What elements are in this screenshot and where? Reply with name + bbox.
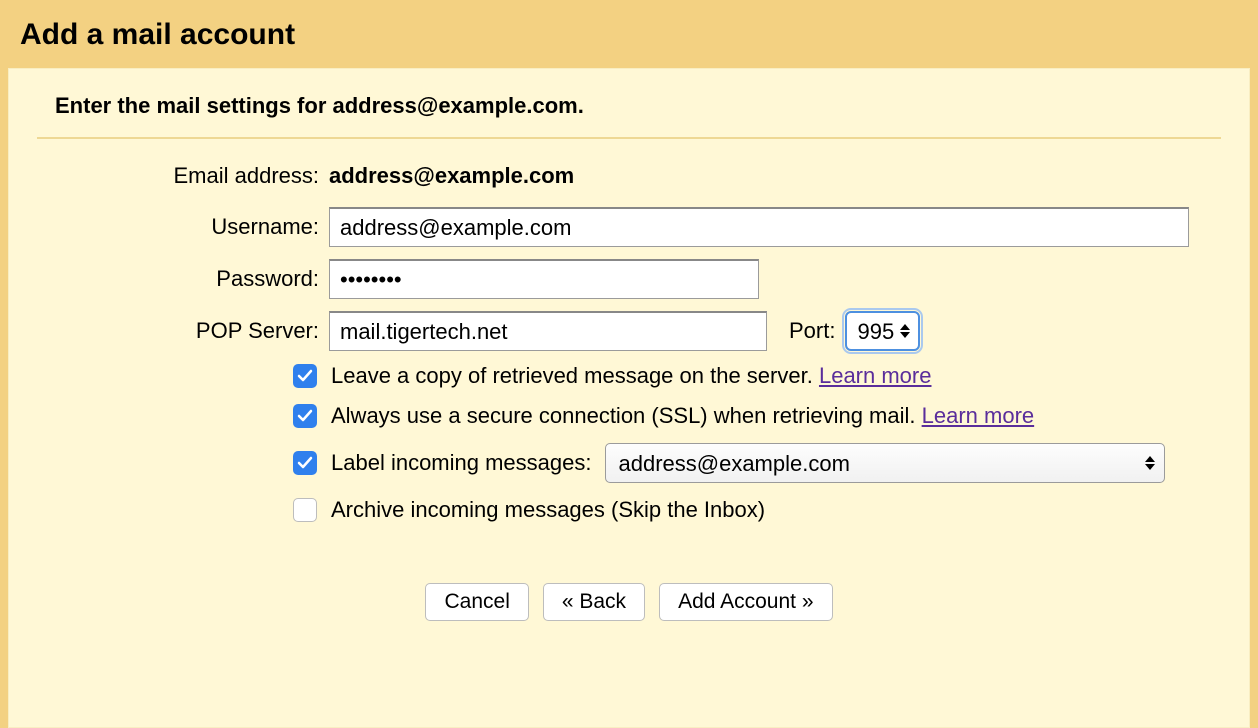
ssl-checkbox[interactable] (293, 404, 317, 428)
button-row: Cancel « Back Add Account » (37, 583, 1221, 621)
label-incoming-checkbox[interactable] (293, 451, 317, 475)
port-label: Port: (789, 318, 835, 344)
row-archive: Archive incoming messages (Skip the Inbo… (37, 497, 1221, 523)
row-email: Email address: address@example.com (37, 157, 1221, 195)
divider (37, 137, 1221, 139)
dialog-body: Enter the mail settings for address@exam… (8, 68, 1250, 728)
email-value: address@example.com (329, 163, 1221, 189)
row-ssl: Always use a secure connection (SSL) whe… (37, 403, 1221, 429)
row-leave-copy: Leave a copy of retrieved message on the… (37, 363, 1221, 389)
leave-copy-checkbox[interactable] (293, 364, 317, 388)
row-password: Password: (37, 259, 1221, 299)
username-label: Username: (37, 214, 329, 240)
label-incoming-label: Label incoming messages: (331, 450, 591, 476)
back-button[interactable]: « Back (543, 583, 645, 621)
check-icon (297, 368, 313, 384)
ssl-learn-more-link[interactable]: Learn more (922, 403, 1035, 428)
dialog-title: Add a mail account (20, 18, 1238, 52)
email-label: Email address: (37, 163, 329, 189)
add-account-button[interactable]: Add Account » (659, 583, 832, 621)
archive-label: Archive incoming messages (Skip the Inbo… (331, 497, 765, 523)
pop-server-input[interactable] (329, 311, 767, 351)
row-label-incoming: Label incoming messages: address@example… (37, 443, 1221, 483)
password-input[interactable] (329, 259, 759, 299)
archive-checkbox[interactable] (293, 498, 317, 522)
row-pop-server: POP Server: Port: 995 (37, 311, 1221, 351)
username-input[interactable] (329, 207, 1189, 247)
check-icon (297, 408, 313, 424)
pop-server-label: POP Server: (37, 318, 329, 344)
cancel-button[interactable]: Cancel (425, 583, 528, 621)
leave-copy-learn-more-link[interactable]: Learn more (819, 363, 932, 388)
password-label: Password: (37, 266, 329, 292)
port-select[interactable]: 995 (845, 311, 920, 351)
dialog-window: Add a mail account Enter the mail settin… (0, 0, 1258, 728)
label-incoming-select[interactable]: address@example.com (605, 443, 1165, 483)
ssl-label: Always use a secure connection (SSL) whe… (331, 403, 916, 428)
leave-copy-label: Leave a copy of retrieved message on the… (331, 363, 813, 388)
dialog-subtitle: Enter the mail settings for address@exam… (55, 93, 1221, 119)
row-username: Username: (37, 207, 1221, 247)
check-icon (297, 455, 313, 471)
dialog-titlebar: Add a mail account (0, 0, 1258, 68)
